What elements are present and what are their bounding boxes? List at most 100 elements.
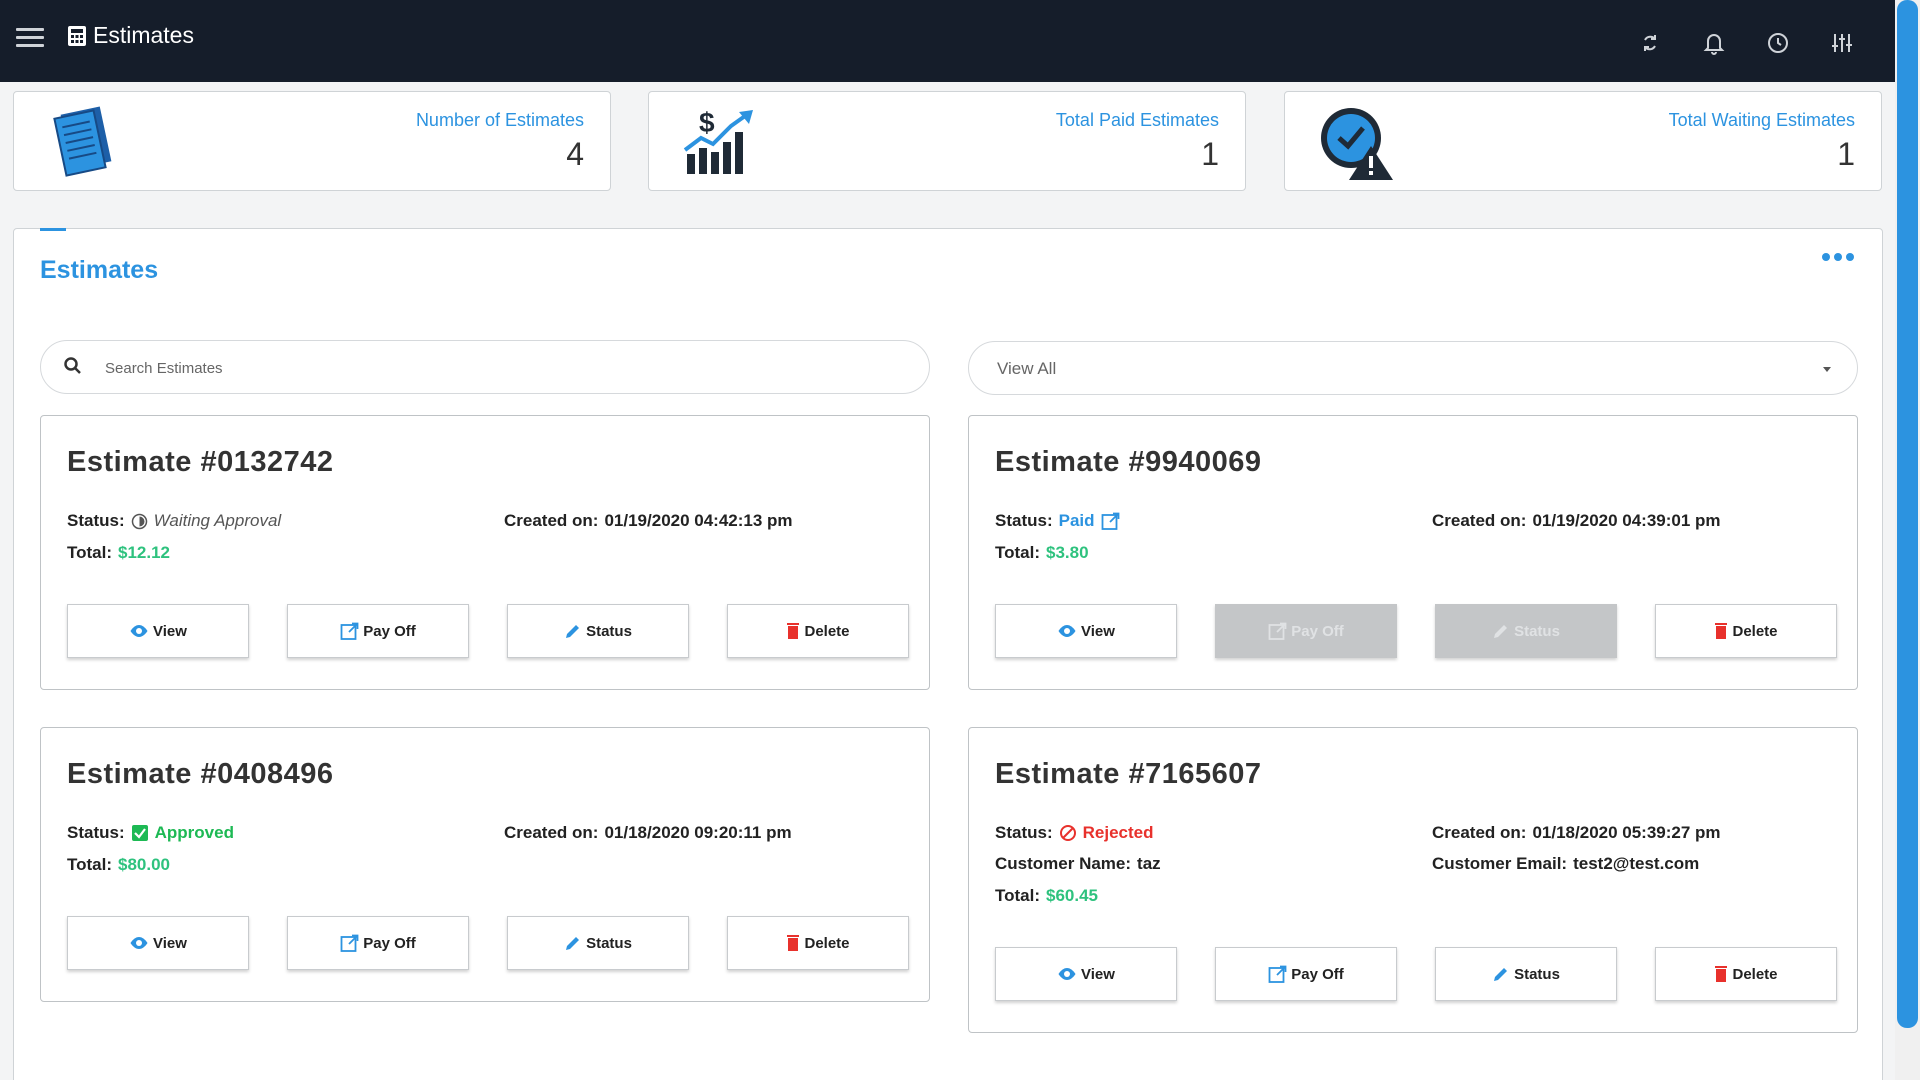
total-value: $12.12 [118, 543, 171, 562]
estimate-card: Estimate #7165607 Status: Rejected Creat… [968, 727, 1858, 1033]
pay-off-button[interactable]: Pay Off [287, 604, 469, 658]
estimate-title: Estimate #0408496 [67, 758, 334, 790]
stat-value: 1 [1837, 136, 1855, 172]
eye-icon [130, 937, 148, 949]
status-label: Status: [995, 511, 1053, 530]
created-label: Created on: [504, 511, 599, 530]
status-value: Paid [1058, 511, 1095, 530]
chart-dollar-icon: $ [683, 107, 753, 174]
total-label: Total: [67, 855, 113, 874]
created-row: Created on: 01/18/2020 09:20:11 pm [504, 823, 792, 843]
check-icon [131, 825, 148, 841]
pay-off-button[interactable]: Pay Off [287, 916, 469, 970]
total-value: $60.45 [1046, 886, 1099, 905]
status-label: Status: [67, 823, 125, 842]
pencil-icon [1494, 968, 1508, 981]
customer-name-row: Customer Name: taz [995, 854, 1161, 874]
panel-title: Estimates [40, 256, 159, 284]
total-row: Total: $3.80 [995, 543, 1089, 563]
status-button[interactable]: Status [507, 604, 689, 658]
status-row: Status: Rejected [995, 823, 1154, 843]
pencil-icon [566, 937, 580, 950]
created-row: Created on: 01/19/2020 04:42:13 pm [504, 511, 793, 531]
status-row: Status: Paid [995, 511, 1120, 531]
status-button-disabled: Status [1435, 604, 1617, 658]
stat-value: 1 [1201, 136, 1219, 172]
created-label: Created on: [1432, 511, 1527, 530]
created-value: 01/18/2020 09:20:11 pm [604, 823, 792, 842]
menu-icon[interactable] [16, 28, 44, 52]
stat-value: 4 [566, 136, 584, 172]
stat-label: Number of Estimates [415, 110, 584, 130]
pay-off-button-disabled: Pay Off [1215, 604, 1397, 658]
view-button[interactable]: View [67, 604, 249, 658]
created-value: 01/19/2020 04:39:01 pm [1532, 511, 1721, 530]
pencil-icon [566, 625, 580, 638]
external-link-icon[interactable] [1101, 512, 1120, 531]
eye-icon [130, 625, 148, 637]
status-value: Waiting Approval [153, 511, 282, 530]
status-row: Status: Waiting Approval [67, 511, 281, 531]
app-title: Estimates [67, 22, 194, 49]
created-label: Created on: [1432, 823, 1527, 842]
total-row: Total: $60.45 [995, 886, 1098, 906]
eye-icon [1058, 625, 1076, 637]
estimate-card: Estimate #9940069 Status: Paid Created o… [968, 415, 1858, 690]
external-link-icon [340, 934, 359, 952]
view-button[interactable]: View [995, 947, 1177, 1001]
search-input[interactable] [105, 354, 885, 382]
scrollbar-thumb[interactable] [1897, 0, 1918, 1028]
created-row: Created on: 01/19/2020 04:39:01 pm [1432, 511, 1721, 531]
estimate-card: Estimate #0408496 Status: Approved Creat… [40, 727, 930, 1002]
sliders-icon[interactable] [1827, 28, 1857, 58]
status-button[interactable]: Status [1435, 947, 1617, 1001]
delete-button[interactable]: Delete [1655, 947, 1837, 1001]
search-icon [64, 357, 81, 374]
top-bar: Estimates [0, 0, 1895, 82]
trash-icon [787, 935, 800, 951]
clock-icon[interactable] [1763, 28, 1793, 58]
created-row: Created on: 01/18/2020 05:39:27 pm [1432, 823, 1721, 843]
total-row: Total: $12.12 [67, 543, 170, 563]
created-value: 01/18/2020 05:39:27 pm [1532, 823, 1721, 842]
view-button[interactable]: View [67, 916, 249, 970]
total-value: $3.80 [1046, 543, 1089, 562]
status-label: Status: [995, 823, 1053, 842]
search-box[interactable] [40, 340, 930, 394]
status-button[interactable]: Status [507, 916, 689, 970]
stat-card-number-estimates: Number of Estimates 4 [13, 91, 611, 191]
status-label: Status: [67, 511, 125, 530]
external-link-icon [1268, 965, 1287, 983]
eye-icon [1058, 968, 1076, 980]
documents-icon [53, 106, 112, 177]
estimate-title: Estimate #9940069 [995, 446, 1262, 478]
view-button[interactable]: View [995, 604, 1177, 658]
page-title: Estimates [93, 22, 194, 48]
customer-email-row: Customer Email: test2@test.com [1432, 854, 1699, 874]
estimate-title: Estimate #7165607 [995, 758, 1262, 790]
bell-icon[interactable] [1699, 28, 1729, 58]
panel-accent [40, 228, 66, 231]
customer-name-label: Customer Name: [995, 854, 1132, 873]
status-value: Rejected [1082, 823, 1154, 842]
stat-card-paid-estimates: $ Total Paid Estimates 1 [648, 91, 1246, 191]
total-label: Total: [67, 543, 113, 562]
status-row: Status: Approved [67, 823, 234, 843]
total-value: $80.00 [118, 855, 171, 874]
filter-select[interactable]: View All [968, 341, 1858, 395]
customer-name-value: taz [1137, 854, 1161, 873]
estimate-title: Estimate #0132742 [67, 446, 334, 478]
delete-button[interactable]: Delete [727, 916, 909, 970]
trash-icon [787, 623, 800, 639]
stat-label: Total Paid Estimates [1055, 110, 1219, 130]
customer-email-label: Customer Email: [1432, 854, 1568, 873]
refresh-icon[interactable] [1635, 28, 1665, 58]
created-label: Created on: [504, 823, 599, 842]
waiting-icon [131, 513, 147, 529]
more-options-icon[interactable] [1822, 253, 1854, 261]
pay-off-button[interactable]: Pay Off [1215, 947, 1397, 1001]
pencil-icon [1494, 625, 1508, 638]
stat-label: Total Waiting Estimates [1668, 110, 1855, 130]
delete-button[interactable]: Delete [727, 604, 909, 658]
delete-button[interactable]: Delete [1655, 604, 1837, 658]
